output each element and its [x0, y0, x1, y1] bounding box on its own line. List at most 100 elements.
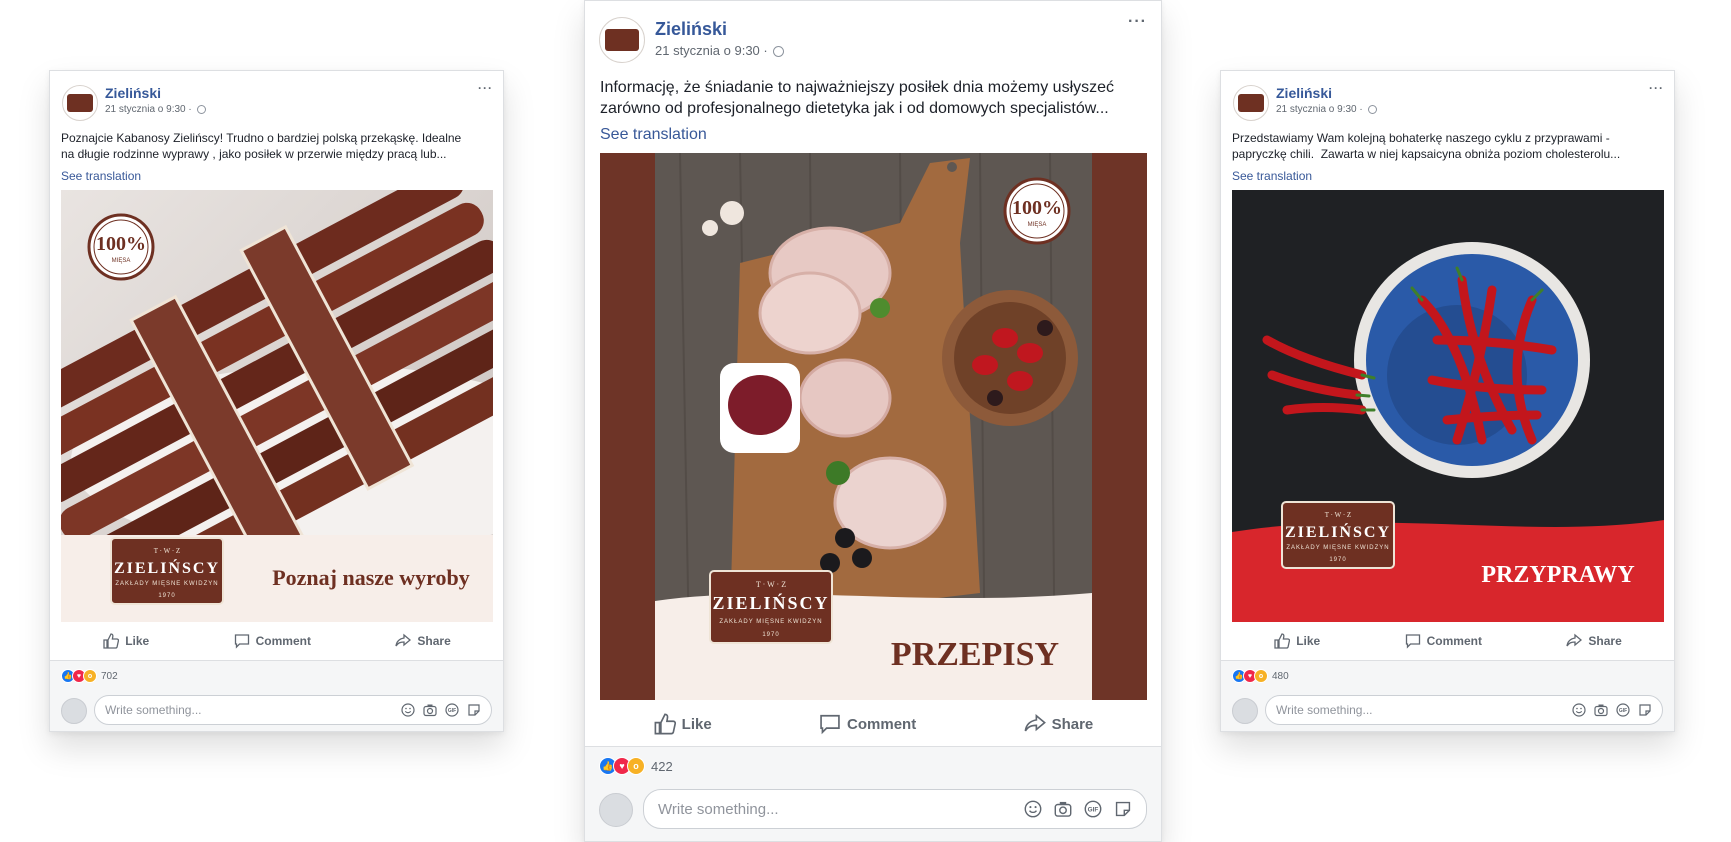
more-icon[interactable]: ···	[1128, 13, 1147, 31]
post-text-line: na długie rodzinne wyprawy ⁣, jako posił…	[61, 146, 447, 161]
action-bar: Like Comment Share	[61, 622, 493, 660]
post-text-line: Informację, że śniadanie to najważniejsz…	[600, 79, 1115, 96]
page-avatar[interactable]	[1233, 85, 1269, 121]
post-image[interactable]: 100% MIĘSA T · W · Z ZIELIŃSCY ZAKŁADY M…	[600, 153, 1147, 700]
sticker-icon[interactable]	[467, 703, 481, 717]
post-time-text: 21 stycznia o 9:30 ·	[1276, 104, 1363, 115]
comment-icon	[820, 714, 840, 735]
sticker-icon[interactable]	[1638, 703, 1652, 717]
gif-icon[interactable]: GIF	[445, 703, 459, 717]
camera-icon[interactable]	[1594, 703, 1608, 717]
badge-small: MIĘSA	[1028, 222, 1047, 228]
share-icon	[1024, 713, 1046, 732]
share-button[interactable]: Share	[395, 633, 451, 649]
reaction-count: 480	[1272, 670, 1289, 682]
comment-label: Comment	[1426, 634, 1482, 648]
post-image[interactable]: 100% MIĘSA T · W · Z ZIELIŃSCY ZAKŁADY M…	[61, 190, 493, 622]
like-button[interactable]: Like	[654, 713, 712, 735]
share-button[interactable]: Share	[1566, 633, 1622, 649]
post-footer: 👍 ♥ o 702 Write something... GIF	[50, 660, 503, 731]
like-button[interactable]: Like	[103, 633, 149, 649]
see-translation-link[interactable]: See translation	[600, 126, 707, 144]
page-name[interactable]: Zieliński	[1276, 85, 1332, 101]
wow-reaction-icon: o	[627, 757, 645, 775]
comment-tools: GIF	[1024, 800, 1132, 818]
post-image[interactable]: T · W · Z ZIELIŃSCY ZAKŁADY MIĘSNE KWIDZ…	[1232, 190, 1664, 622]
user-avatar	[1232, 698, 1258, 724]
user-avatar	[61, 698, 87, 724]
comment-input[interactable]: Write something... GIF	[94, 695, 492, 725]
like-label: Like	[125, 634, 150, 648]
post-time[interactable]: 21 stycznia o 9:30 ·	[105, 104, 206, 115]
share-icon	[395, 633, 412, 647]
more-icon[interactable]: ···	[1649, 81, 1664, 95]
like-icon	[1274, 633, 1291, 649]
comment-button[interactable]: Comment	[234, 633, 311, 649]
comment-icon	[1405, 634, 1420, 649]
post-text: Informację, że śniadanie to najważniejsz…	[600, 78, 1150, 120]
emoji-icon[interactable]	[1572, 703, 1586, 717]
post-text-line: papryczkę chili. ⁣ Zawarta w niej kapsai…	[1232, 146, 1621, 161]
like-icon	[654, 713, 676, 735]
gif-icon[interactable]: GIF	[1616, 703, 1630, 717]
banner-caption: Poznaj nasze wyroby	[272, 565, 470, 590]
reaction-summary[interactable]: 👍 ♥ o 422	[599, 757, 673, 775]
page-name[interactable]: Zieliński	[655, 19, 727, 40]
gif-icon[interactable]: GIF	[1084, 800, 1102, 818]
brand-sub: ZAKŁADY MIĘSNE KWIDZYN	[719, 619, 822, 625]
emoji-icon[interactable]	[1024, 800, 1042, 818]
reaction-summary[interactable]: 👍 ♥ o 480	[1232, 669, 1289, 683]
post-text: Poznajcie Kabanosy Zielińscy! Trudno o b…	[61, 131, 491, 162]
post-time[interactable]: 21 stycznia o 9:30 ·	[1276, 104, 1377, 115]
comment-tools: GIF	[401, 703, 481, 717]
share-button[interactable]: Share	[1024, 713, 1094, 735]
comment-label: Comment	[847, 715, 917, 733]
page-name[interactable]: Zieliński	[105, 85, 161, 101]
globe-icon	[773, 46, 785, 58]
like-icon	[103, 633, 120, 649]
camera-icon[interactable]	[1054, 800, 1072, 818]
post-time[interactable]: 21 stycznia o 9:30 ·	[655, 43, 785, 58]
comment-button[interactable]: Comment	[819, 713, 916, 735]
svg-text:GIF: GIF	[1088, 807, 1099, 814]
post-footer: 👍 ♥ o 422 Write something... GIF	[585, 746, 1161, 841]
like-label: Like	[681, 715, 712, 733]
action-bar: Like Comment Share	[1232, 622, 1664, 660]
globe-icon	[1367, 104, 1377, 114]
share-label: Share	[1051, 715, 1094, 733]
banner-caption: PRZEPISY	[891, 636, 1059, 673]
camera-icon[interactable]	[423, 703, 437, 717]
brand-sub: ZAKŁADY MIĘSNE KWIDZYN	[115, 581, 218, 587]
comment-placeholder: Write something...	[105, 703, 202, 717]
svg-text:GIF: GIF	[448, 708, 456, 714]
see-translation-link[interactable]: See translation	[1232, 169, 1312, 183]
like-button[interactable]: Like	[1274, 633, 1320, 649]
post-card-center: Zieliński 21 stycznia o 9:30 · ··· Infor…	[584, 0, 1162, 842]
brand-name: ZIELIŃSCY	[712, 592, 829, 613]
post-card-left: Zieliński 21 stycznia o 9:30 · ··· Pozna…	[49, 70, 504, 732]
comment-button[interactable]: Comment	[1405, 633, 1482, 649]
comment-input[interactable]: Write something... GIF	[1265, 695, 1663, 725]
post-text-line: zarówno od profesjonalnego dietetyka jak…	[600, 99, 1109, 117]
post-footer: 👍 ♥ o 480 Write something... GIF	[1221, 660, 1674, 731]
reaction-summary[interactable]: 👍 ♥ o 702	[61, 669, 118, 683]
page-avatar[interactable]	[599, 17, 645, 63]
sticker-icon[interactable]	[1114, 800, 1132, 818]
badge-big: 100%	[1012, 197, 1062, 219]
emoji-icon[interactable]	[401, 703, 415, 717]
like-label: Like	[1296, 634, 1321, 648]
comment-input[interactable]: Write something... GIF	[643, 789, 1147, 829]
brand-year: 1970	[1329, 557, 1346, 563]
more-icon[interactable]: ···	[478, 81, 493, 95]
brand-top: T · W · Z	[154, 547, 180, 555]
see-translation-link[interactable]: See translation	[61, 169, 141, 183]
reaction-count: 422	[651, 758, 673, 774]
brand-name: ZIELIŃSCY	[114, 558, 220, 577]
brand-year: 1970	[158, 593, 175, 599]
user-avatar	[599, 793, 633, 827]
comment-icon	[234, 634, 249, 649]
page-avatar[interactable]	[62, 85, 98, 121]
post-text-line: Poznajcie Kabanosy Zielińscy! Trudno o b…	[61, 131, 462, 145]
comment-label: Comment	[255, 634, 311, 648]
post-card-right: Zieliński 21 stycznia o 9:30 · ··· Przed…	[1220, 70, 1675, 732]
